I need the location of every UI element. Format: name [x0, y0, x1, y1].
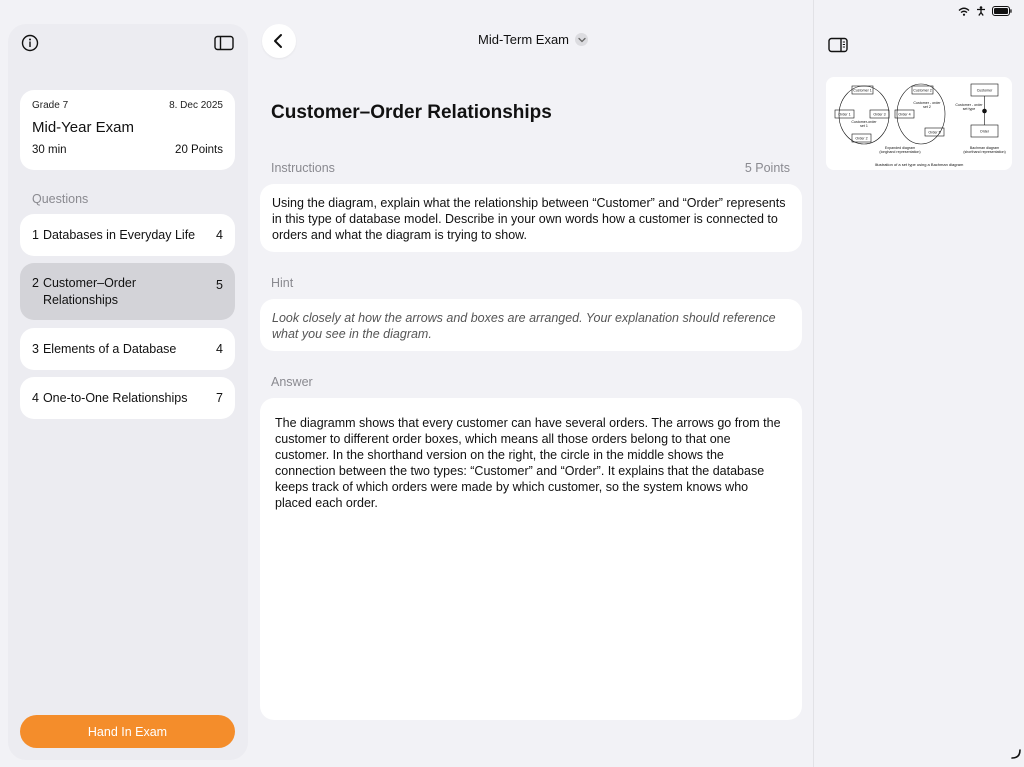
exam-duration: 30 min [32, 144, 67, 156]
hint-label: Hint [271, 276, 294, 290]
exam-card: Grade 7 8. Dec 2025 Mid-Year Exam 30 min… [20, 90, 235, 170]
diagram-label: Customer 2 [913, 89, 932, 93]
question-number: 2 [32, 276, 39, 291]
sidebar-toggle-icon[interactable] [213, 32, 235, 54]
question-points: 4 [216, 342, 223, 356]
diagram-thumbnail[interactable]: Customer 1 Order 1 Order 3 Order 2 Custo… [826, 77, 1012, 170]
diagram-label: Order [980, 130, 990, 134]
diagram-label: set 1 [860, 124, 868, 128]
instructions-text: Using the diagram, explain what the rela… [260, 184, 802, 252]
question-item-4[interactable]: 4 One-to-One Relationships 7 [20, 377, 235, 419]
diagram-label: (longhand representation) [879, 150, 920, 154]
exam-title: Mid-Year Exam [32, 119, 134, 136]
exam-grade: Grade 7 [32, 100, 69, 111]
exam-points: 20 Points [175, 144, 223, 156]
answer-textarea[interactable]: The diagramm shows that every customer c… [260, 398, 802, 720]
question-item-3[interactable]: 3 Elements of a Database 4 [20, 328, 235, 370]
question-points-label: 5 Points [744, 161, 790, 175]
sidebar: Grade 7 8. Dec 2025 Mid-Year Exam 30 min… [8, 24, 248, 760]
question-title: Elements of a Database [42, 341, 177, 356]
exam-date: 8. Dec 2025 [169, 100, 223, 111]
question-item-2[interactable]: 2 Customer–Order Relationships 5 [20, 263, 235, 320]
accessibility-icon [977, 6, 985, 16]
chevron-down-icon [575, 33, 589, 46]
diagram-label: Order 4 [898, 113, 910, 117]
header-title: Mid-Term Exam [478, 32, 570, 47]
diagram-label: Order 5 [928, 131, 940, 135]
question-title: Databases in Everyday Life [42, 227, 196, 242]
diagram-label: (shorthand representation) [963, 150, 1005, 154]
question-title: One-to-One Relationships [42, 390, 188, 405]
diagram-caption: Illustration of a set type using a Bachm… [875, 162, 964, 167]
question-number: 3 [32, 341, 39, 356]
question-points: 5 [216, 278, 223, 292]
wifi-icon [958, 7, 970, 16]
question-title: Customer–Order Relationships [42, 276, 137, 307]
answer-label: Answer [271, 375, 313, 389]
diagram-label: set type [963, 107, 976, 111]
diagram-label: Customer [977, 89, 993, 93]
diagram-label: set 2 [923, 105, 931, 109]
diagram-label: Customer 1 [853, 89, 872, 93]
status-bar [958, 6, 1012, 16]
questions-label: Questions [32, 192, 89, 206]
instructions-label: Instructions [271, 161, 335, 175]
question-number: 1 [32, 227, 39, 242]
hint-text: Look closely at how the arrows and boxes… [260, 299, 802, 351]
info-icon[interactable] [19, 32, 41, 54]
diagram-label: Order 2 [855, 137, 867, 141]
question-points: 4 [216, 228, 223, 242]
resize-handle-icon[interactable] [1010, 747, 1022, 765]
hand-in-exam-button[interactable]: Hand In Exam [20, 715, 235, 748]
exam-title-menu[interactable]: Mid-Term Exam [478, 32, 589, 47]
battery-icon [992, 6, 1012, 16]
panel-toggle-icon[interactable] [828, 37, 848, 58]
page-title: Customer–Order Relationships [271, 102, 552, 123]
question-points: 7 [216, 391, 223, 405]
attachment-panel: Customer 1 Order 1 Order 3 Order 2 Custo… [813, 0, 1024, 767]
question-number: 4 [32, 390, 39, 405]
diagram-label: Order 3 [873, 113, 885, 117]
diagram-label: Order 1 [838, 113, 850, 117]
question-item-1[interactable]: 1 Databases in Everyday Life 4 [20, 214, 235, 256]
chevron-left-icon [274, 34, 282, 48]
back-button[interactable] [262, 24, 296, 58]
